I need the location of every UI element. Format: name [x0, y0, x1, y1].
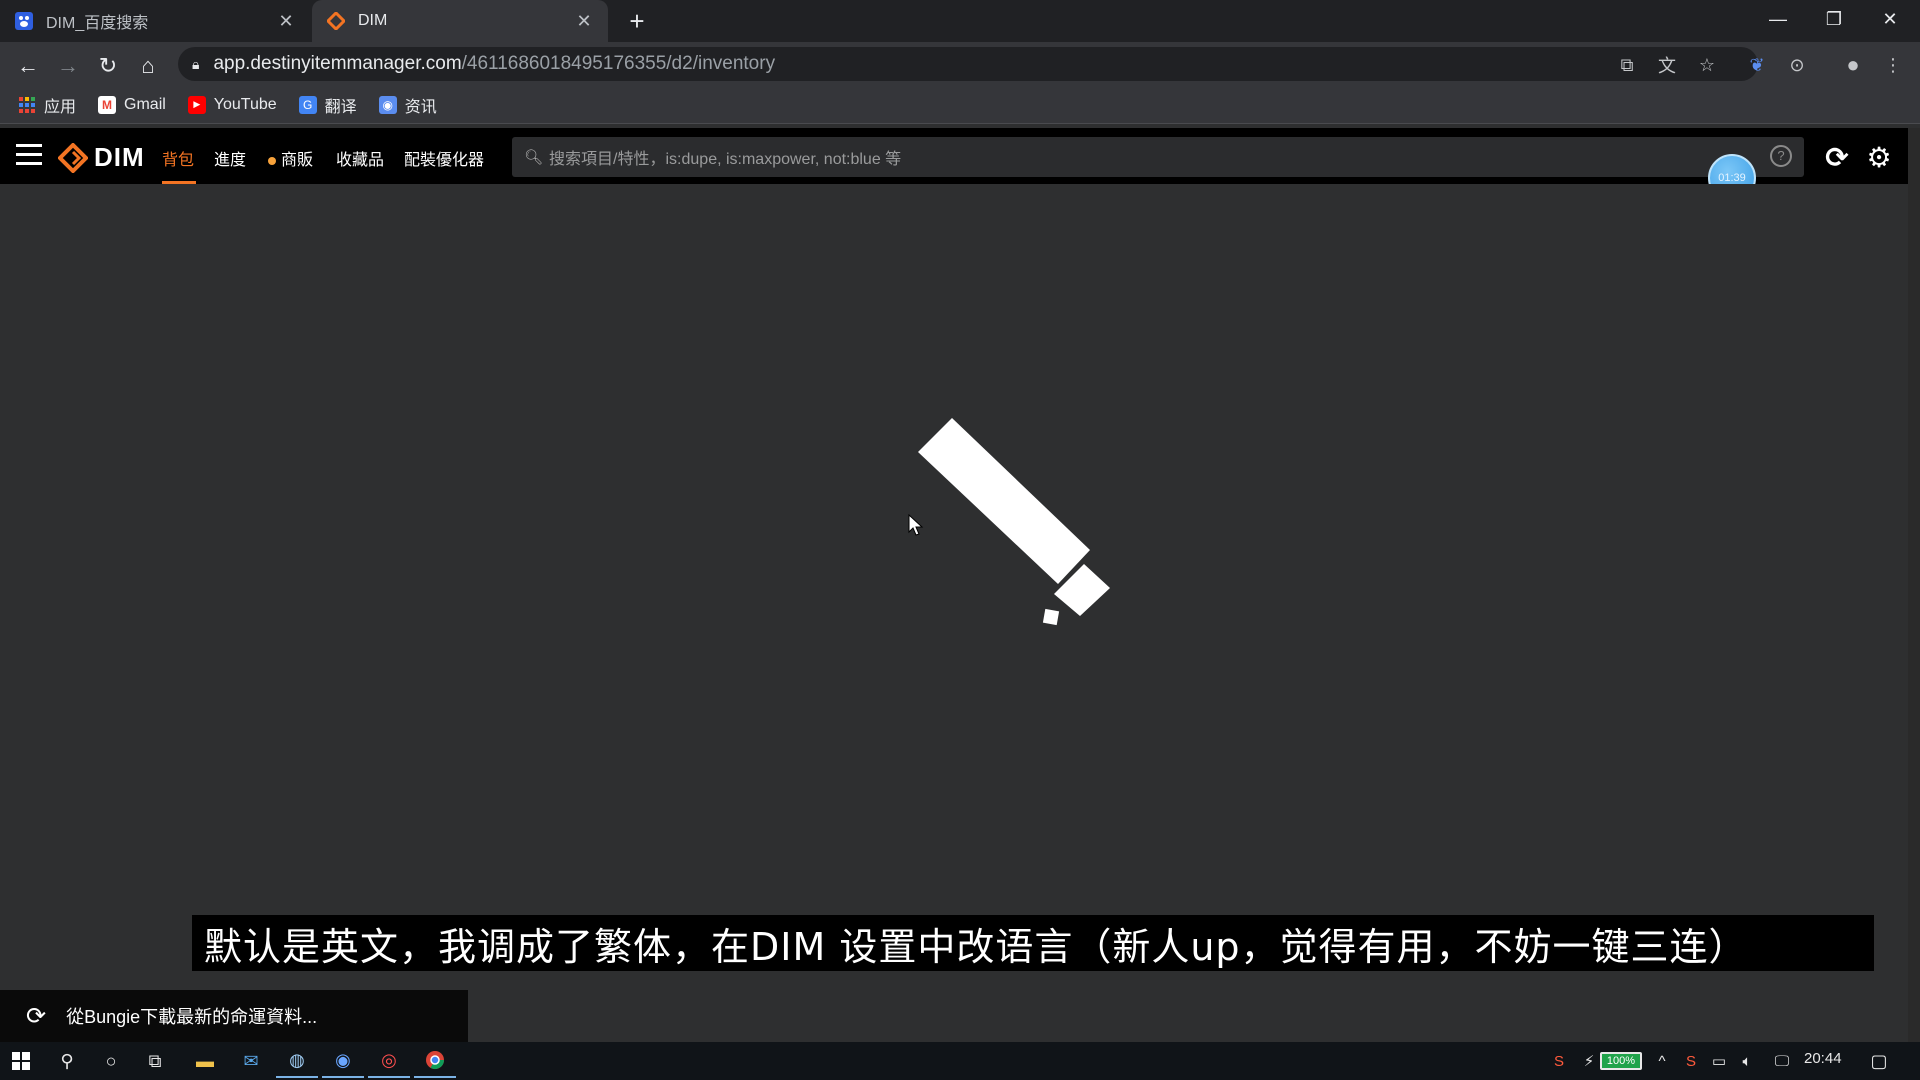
nav-loadout-optimizer[interactable]: 配裝優化器 — [404, 146, 484, 170]
url-path: /4611686018495176355/d2/inventory — [461, 53, 776, 74]
news-icon: ◉ — [378, 95, 397, 114]
file-explorer-icon[interactable]: ▬ — [184, 1044, 226, 1078]
browser-tab-dim[interactable]: DIM ✕ — [312, 0, 608, 42]
nav-vendors-label: 商販 — [281, 152, 314, 169]
tab-title: DIM — [358, 12, 388, 29]
app-blue-icon[interactable]: ◉ — [322, 1044, 364, 1078]
steam-icon[interactable]: ◍ — [276, 1044, 318, 1078]
url-host: app.destinyitemmanager.com — [213, 53, 462, 74]
reload-icon[interactable]: ↻ — [92, 50, 124, 82]
task-view-icon[interactable]: ⧉ — [134, 1044, 176, 1078]
bookmark-translate[interactable]: G 翻译 — [298, 93, 357, 117]
new-tab-button[interactable]: + — [622, 6, 652, 36]
youtube-icon: ▶ — [187, 95, 206, 114]
refresh-icon[interactable]: ⟳ — [1820, 140, 1854, 174]
apps-grid-icon — [18, 96, 36, 114]
cortana-icon[interactable]: ○ — [90, 1044, 132, 1078]
dim-logo[interactable]: DIM — [58, 142, 145, 173]
nav-inventory[interactable]: 背包 — [162, 146, 194, 170]
close-tab-icon[interactable]: ✕ — [276, 11, 296, 32]
item-search-input[interactable]: 🔍︎ 搜索項目/特性，is:dupe, is:maxpower, not:blu… — [512, 137, 1804, 177]
loading-notification: ⟳ 從Bungie下載最新的命運資料... — [0, 990, 468, 1042]
restore-button[interactable]: ❐ — [1806, 0, 1862, 38]
close-tab-icon[interactable]: ✕ — [574, 11, 594, 32]
browser-tab-baidu[interactable]: DIM_百度搜索 ✕ — [0, 0, 310, 42]
address-bar[interactable]: 🔒︎ app.destinyitemmanager.com/4611686018… — [178, 47, 1758, 81]
home-icon[interactable]: ⌂ — [132, 50, 164, 82]
gmail-icon: M — [98, 95, 117, 114]
bookmark-label: 应用 — [44, 98, 77, 116]
network-icon[interactable]: 🖵︎ — [1770, 1048, 1794, 1074]
lock-icon: 🔒︎ — [192, 55, 200, 72]
sync-icon: ⟳ — [26, 1002, 47, 1030]
search-placeholder: 搜索項目/特性，is:dupe, is:maxpower, not:blue 等 — [549, 151, 902, 168]
battery-tray-icon[interactable]: ▭ — [1708, 1048, 1730, 1074]
bookmarks-bar: 应用 M Gmail ▶ YouTube G 翻译 ◉ 资讯 — [0, 86, 1920, 124]
bookmark-label: 资讯 — [404, 98, 437, 116]
page-scrollbar[interactable] — [1908, 128, 1920, 1042]
minimize-button[interactable]: — — [1750, 0, 1806, 38]
bookmark-gmail[interactable]: M Gmail — [98, 95, 166, 114]
battery-indicator[interactable]: 100% — [1600, 1052, 1642, 1070]
hamburger-menu-icon[interactable] — [16, 144, 42, 166]
menu-kebab-icon[interactable]: ⋮ — [1878, 50, 1908, 80]
close-window-button[interactable]: ✕ — [1862, 0, 1918, 38]
chrome-icon[interactable] — [414, 1044, 456, 1078]
system-clock[interactable]: 20:44 — [1804, 1050, 1842, 1067]
translate-page-icon[interactable]: 文 — [1652, 50, 1682, 80]
mail-icon[interactable]: ✉ — [230, 1044, 272, 1078]
extension-glasses-icon[interactable]: ⊙ — [1782, 50, 1812, 80]
bookmark-label: 翻译 — [324, 98, 357, 116]
bookmark-news[interactable]: ◉ 资讯 — [378, 93, 437, 117]
nav-collections[interactable]: 收藏品 — [336, 146, 384, 170]
open-external-icon[interactable]: ⧉ — [1612, 50, 1642, 80]
profile-avatar-icon[interactable]: ● — [1838, 50, 1868, 80]
netease-music-icon[interactable]: ◎ — [368, 1044, 410, 1078]
search-help-icon[interactable]: ? — [1770, 145, 1792, 167]
dim-logo-text: DIM — [94, 142, 145, 172]
bookmark-label: Gmail — [124, 95, 166, 113]
search-taskbar-icon[interactable]: ⚲ — [46, 1044, 88, 1078]
mouse-cursor-icon — [908, 514, 924, 536]
bookmark-label: YouTube — [213, 95, 277, 113]
vendor-alert-dot — [268, 156, 276, 165]
tab-title: DIM_百度搜索 — [46, 15, 149, 32]
notification-center-icon[interactable]: ▢ — [1866, 1048, 1892, 1074]
settings-gear-icon[interactable]: ⚙ — [1862, 140, 1896, 174]
baidu-icon — [14, 11, 34, 31]
video-subtitle: 默认是英文，我调成了繁体，在DIM 设置中改语言（新人up，觉得有用，不妨一键三… — [192, 915, 1874, 971]
sogou-tray-icon[interactable]: S — [1680, 1048, 1702, 1074]
translate-icon: G — [298, 95, 317, 114]
sogou-input-icon[interactable]: S — [1548, 1048, 1570, 1074]
chevron-up-icon[interactable]: ^ — [1652, 1048, 1672, 1074]
power-plug-icon: ⚡︎ — [1583, 1053, 1595, 1070]
start-windows-icon[interactable] — [0, 1044, 42, 1078]
forward-arrow-icon[interactable]: → — [52, 50, 84, 82]
search-icon: 🔍︎ — [524, 149, 544, 166]
dim-logo-icon — [58, 142, 88, 173]
bookmark-star-icon[interactable]: ☆ — [1692, 50, 1722, 80]
loading-notification-text: 從Bungie下載最新的命運資料... — [66, 1007, 318, 1027]
extension-feather-icon[interactable]: ❦ — [1742, 50, 1772, 80]
bookmark-apps[interactable]: 应用 — [18, 93, 76, 117]
back-arrow-icon[interactable]: ← — [12, 50, 44, 82]
loading-spinner-icon — [918, 418, 1110, 626]
nav-vendors[interactable]: 商販 — [268, 146, 313, 170]
bookmark-youtube[interactable]: ▶ YouTube — [187, 95, 277, 114]
volume-icon[interactable]: 🔈︎ — [1736, 1048, 1758, 1074]
nav-progress[interactable]: 進度 — [214, 146, 246, 170]
dim-icon — [326, 11, 346, 31]
